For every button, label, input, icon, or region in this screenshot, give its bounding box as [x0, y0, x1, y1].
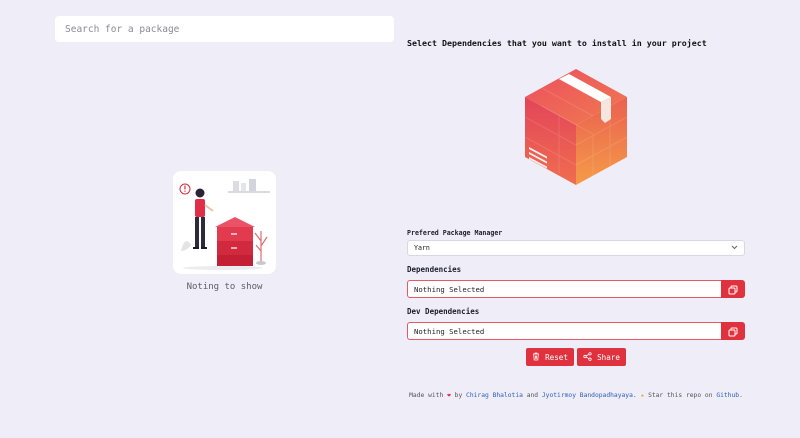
footer-period: .	[739, 392, 743, 399]
dev-dependencies-field[interactable]: Nothing Selected	[407, 322, 721, 340]
package-manager-select[interactable]: Yarn	[407, 240, 745, 256]
share-button-label: Share	[597, 352, 620, 362]
reset-button[interactable]: Reset	[526, 348, 574, 366]
footer-made-with: Made with	[409, 392, 444, 399]
empty-state-illustration	[173, 171, 276, 274]
trash-icon	[532, 352, 540, 363]
dependencies-field[interactable]: Nothing Selected	[407, 280, 721, 298]
star-icon: ★	[640, 392, 645, 399]
copy-icon	[728, 280, 738, 299]
package-manager-value: Yarn	[414, 244, 430, 252]
share-button[interactable]: Share	[577, 348, 626, 366]
reset-button-label: Reset	[545, 352, 568, 362]
cube-logo-icon	[523, 67, 629, 187]
footer-star-text: Star this repo on	[648, 392, 713, 399]
dev-dependencies-label: Dev Dependencies	[407, 307, 480, 316]
footer: Made with ❤ by Chirag Bhalotia and Jyoti…	[407, 392, 745, 399]
github-link[interactable]: Github	[716, 392, 739, 399]
page-heading: Select Dependencies that you want to ins…	[407, 38, 707, 48]
author-link-2[interactable]: Jyotirmoy Bandopadhayaya.	[542, 392, 637, 399]
footer-and: and	[526, 392, 539, 399]
heart-icon: ❤	[447, 392, 451, 399]
package-manager-label: Prefered Package Manager	[407, 229, 503, 237]
author-link-1[interactable]: Chirag Bhalotia	[466, 392, 523, 399]
empty-state-text: Noting to show	[186, 282, 263, 292]
share-icon	[583, 351, 592, 363]
footer-by: by	[454, 392, 463, 399]
copy-dev-dependencies-button[interactable]	[721, 322, 745, 340]
dependencies-label: Dependencies	[407, 265, 462, 274]
chevron-down-icon	[731, 244, 738, 252]
search-input[interactable]	[55, 16, 394, 42]
copy-icon	[728, 322, 738, 341]
copy-dependencies-button[interactable]	[721, 280, 745, 298]
